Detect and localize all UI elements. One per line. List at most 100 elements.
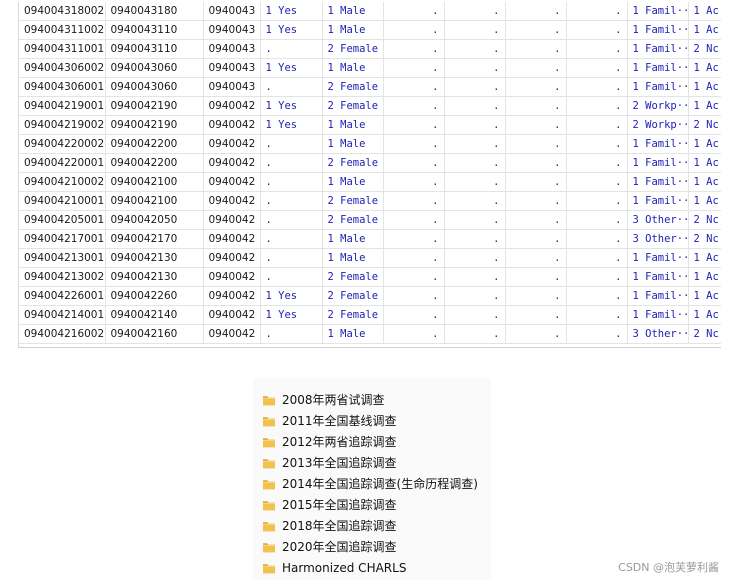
folder-item[interactable]: 2020年全国追踪调查 [262,536,397,557]
table-cell[interactable]: . [444,134,506,154]
table-cell[interactable]: . [260,191,323,211]
table-cell[interactable]: 0940042 [203,324,261,344]
table-cell[interactable]: . [566,115,628,135]
table-cell[interactable]: . [383,172,445,192]
table-cell[interactable]: . [444,286,506,306]
table-cell[interactable]: 1 Male [322,58,384,78]
table-cell[interactable]: . [566,210,628,230]
table-cell[interactable]: 0940042 [203,153,261,173]
table-cell[interactable]: 094004306002 [19,58,106,78]
table-cell[interactable]: 0940042170 [105,229,204,249]
table-cell[interactable]: . [505,58,567,78]
table-cell[interactable]: 094004318002 [19,2,106,21]
table-cell[interactable]: . [566,248,628,268]
table-cell[interactable]: 0940042 [203,96,261,116]
table-cell[interactable]: 1 Ac [688,134,721,154]
table-cell[interactable]: . [260,324,323,344]
table-cell[interactable]: . [566,134,628,154]
table-cell[interactable]: . [444,248,506,268]
table-row[interactable]: 094004219002 0940042190 0940042 1 Yes 1 Male… [19,115,721,135]
table-cell[interactable]: 094004311002 [19,20,106,40]
table-row[interactable]: 094004219001 0940042190 0940042 1 Yes 2 Fema… [19,96,721,116]
table-cell[interactable]: 0940042100 [105,172,204,192]
table-cell[interactable]: . [260,210,323,230]
table-cell[interactable]: . [260,153,323,173]
folder-item[interactable]: 2015年全国追踪调查 [262,494,397,515]
folder-item[interactable]: 2018年全国追踪调查 [262,515,397,536]
table-cell[interactable]: 1 Famil··· [627,20,689,40]
table-cell[interactable]: . [383,77,445,97]
table-cell[interactable]: 1 Male [322,229,384,249]
table-row[interactable]: 094004306001 0940043060 0940043. 2 Female..… [19,77,721,97]
table-row[interactable]: 094004216002 0940042160 0940042. 1 Male....… [19,324,721,344]
table-cell[interactable]: 0940042 [203,115,261,135]
table-cell[interactable]: 0940042130 [105,267,204,287]
table-cell[interactable]: 094004311001 [19,39,106,59]
table-cell[interactable]: . [444,20,506,40]
table-cell[interactable]: 1 Famil··· [627,191,689,211]
table-cell[interactable]: . [260,39,323,59]
table-cell[interactable]: 0940043060 [105,58,204,78]
table-cell[interactable]: . [566,267,628,287]
table-cell[interactable]: 0940042 [203,172,261,192]
table-cell[interactable]: . [505,305,567,325]
table-cell[interactable]: . [383,96,445,116]
table-cell[interactable]: 1 Ac [688,248,721,268]
table-cell[interactable]: 2 Female [322,77,384,97]
table-cell[interactable]: . [505,77,567,97]
table-cell[interactable]: 1 Ac [688,286,721,306]
table-cell[interactable]: 1 Male [322,2,384,21]
folder-item[interactable]: 2011年全国基线调查 [262,410,397,431]
table-cell[interactable]: . [505,248,567,268]
table-cell[interactable]: 1 Ac [688,172,721,192]
table-cell[interactable]: 094004210001 [19,191,106,211]
table-cell[interactable]: . [444,324,506,344]
table-cell[interactable]: . [566,229,628,249]
table-cell[interactable]: 1 Ac [688,2,721,21]
table-cell[interactable]: 2 Workp··· [627,115,689,135]
table-cell[interactable]: 1 Male [322,324,384,344]
table-cell[interactable]: 0940042190 [105,115,204,135]
table-cell[interactable]: . [444,210,506,230]
table-cell[interactable]: 2 Female [322,39,384,59]
table-cell[interactable]: . [444,96,506,116]
table-cell[interactable]: 2 Female [322,267,384,287]
table-row[interactable]: 094004318002 0940043180 0940043 1 Yes 1 Male… [19,2,721,21]
table-cell[interactable]: 1 Famil··· [627,2,689,21]
table-cell[interactable]: 094004226001 [19,286,106,306]
table-cell[interactable]: . [444,229,506,249]
table-cell[interactable]: 0940042160 [105,324,204,344]
table-cell[interactable]: 0940042100 [105,191,204,211]
table-cell[interactable]: 1 Famil··· [627,305,689,325]
table-cell[interactable]: 1 Male [322,115,384,135]
table-cell[interactable]: 094004306001 [19,77,106,97]
table-cell[interactable]: . [260,172,323,192]
table-cell[interactable]: 2 Female [322,153,384,173]
table-cell[interactable]: . [505,39,567,59]
table-cell[interactable]: 094004220002 [19,134,106,154]
table-cell[interactable]: . [383,267,445,287]
table-cell[interactable]: 1 Famil··· [627,248,689,268]
folder-item[interactable]: Harmonized CHARLS [262,557,406,578]
table-cell[interactable]: 1 Famil··· [627,286,689,306]
table-cell[interactable]: 2 Nc [688,324,721,344]
table-cell[interactable]: 0940043180 [105,2,204,21]
table-row[interactable]: 094004306002 0940043060 0940043 1 Yes 1 Male… [19,58,721,78]
table-cell[interactable]: 0940042190 [105,96,204,116]
table-cell[interactable]: 0940042 [203,191,261,211]
table-cell[interactable]: . [566,58,628,78]
table-cell[interactable]: 0940043 [203,39,261,59]
table-cell[interactable]: . [260,267,323,287]
table-row[interactable]: 094004311002 0940043110 0940043 1 Yes 1 Male… [19,20,721,40]
table-cell[interactable]: 094004213001 [19,248,106,268]
table-cell[interactable]: 1 Yes [260,286,323,306]
table-cell[interactable]: . [566,172,628,192]
table-cell[interactable]: . [444,191,506,211]
table-cell[interactable]: 094004217001 [19,229,106,249]
table-cell[interactable]: 2 Nc [688,115,721,135]
table-cell[interactable]: 1 Famil··· [627,172,689,192]
table-cell[interactable]: . [383,2,445,21]
table-cell[interactable]: 0940042200 [105,134,204,154]
table-row[interactable]: 094004220002 0940042200 0940042. 1 Male....… [19,134,721,154]
table-cell[interactable]: 1 Famil··· [627,77,689,97]
